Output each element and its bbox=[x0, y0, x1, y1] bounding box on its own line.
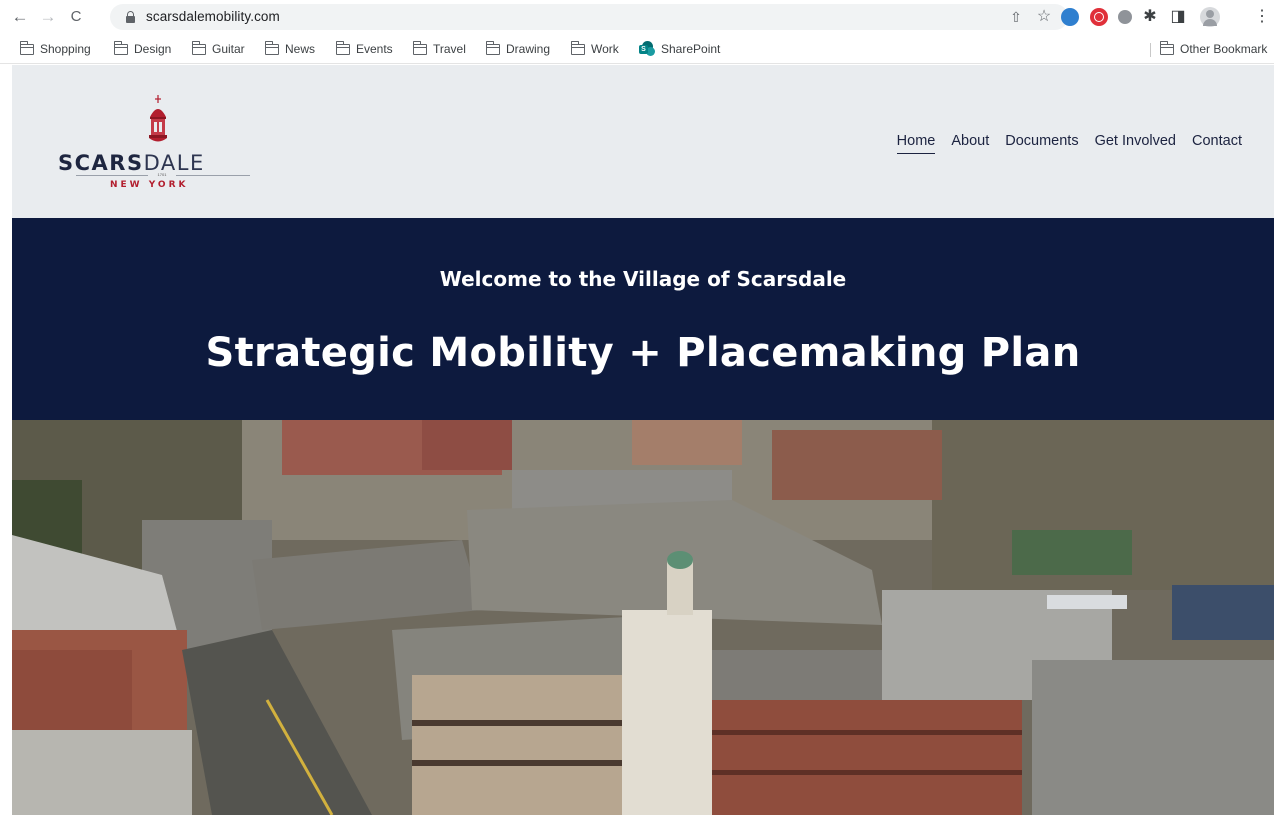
forward-button[interactable]: → bbox=[38, 7, 58, 27]
browser-toolbar: ← → C scarsdalemobility.com ⇧ ☆ ✱ ◨ ⋮ bbox=[0, 0, 1274, 34]
speech-extension-icon[interactable] bbox=[1118, 10, 1132, 24]
hero-banner: Welcome to the Village of Scarsdale Stra… bbox=[12, 218, 1274, 420]
hero-subtitle: Welcome to the Village of Scarsdale bbox=[439, 267, 847, 291]
url-text[interactable]: scarsdalemobility.com bbox=[146, 9, 280, 24]
browser-menu-icon[interactable]: ⋮ bbox=[1254, 9, 1270, 25]
folder-icon bbox=[485, 40, 500, 55]
bookmark-folder-news[interactable]: News bbox=[264, 40, 315, 58]
folder-icon bbox=[335, 40, 350, 55]
adblock-extension-icon[interactable] bbox=[1090, 8, 1108, 26]
nav-documents[interactable]: Documents bbox=[1005, 133, 1078, 154]
sharepoint-icon: S bbox=[639, 41, 655, 57]
site-header: SCARSDALE 1701 NEW YORK Home About Docum… bbox=[12, 65, 1274, 218]
bookmark-folder-travel[interactable]: Travel bbox=[412, 40, 466, 58]
extensions-puzzle-icon[interactable]: ✱ bbox=[1142, 9, 1158, 25]
hero-title: Strategic Mobility + Placemaking Plan bbox=[205, 330, 1081, 376]
bookmark-folder-guitar[interactable]: Guitar bbox=[191, 40, 245, 58]
logo-wordmark: SCARSDALE bbox=[58, 151, 205, 175]
bookmark-sharepoint[interactable]: S SharePoint bbox=[639, 40, 720, 58]
nav-home[interactable]: Home bbox=[896, 133, 936, 154]
bookmark-folder-shopping[interactable]: Shopping bbox=[19, 40, 91, 58]
folder-icon bbox=[19, 40, 34, 55]
nav-contact[interactable]: Contact bbox=[1192, 133, 1242, 154]
scarsdale-logo[interactable]: SCARSDALE 1701 NEW YORK bbox=[58, 95, 258, 195]
back-button[interactable]: ← bbox=[10, 7, 30, 27]
bookmarks-bar: Shopping Design Guitar News Events Trave… bbox=[0, 34, 1274, 64]
bookmark-folder-drawing[interactable]: Drawing bbox=[485, 40, 550, 58]
bookmark-folder-other[interactable]: Other Bookmark bbox=[1159, 40, 1267, 58]
bookmark-star-icon[interactable]: ☆ bbox=[1036, 9, 1052, 25]
web-page: SCARSDALE 1701 NEW YORK Home About Docum… bbox=[12, 65, 1274, 815]
bell-tower-icon bbox=[149, 95, 167, 142]
bookmark-folder-design[interactable]: Design bbox=[113, 40, 171, 58]
globe-extension-icon[interactable] bbox=[1061, 8, 1079, 26]
folder-icon bbox=[191, 40, 206, 55]
folder-icon bbox=[1159, 40, 1174, 55]
address-bar[interactable]: scarsdalemobility.com ⇧ ☆ bbox=[110, 4, 1068, 30]
nav-get-involved[interactable]: Get Involved bbox=[1095, 133, 1176, 154]
nav-about[interactable]: About bbox=[951, 133, 989, 154]
bookmark-folder-work[interactable]: Work bbox=[570, 40, 619, 58]
reload-button[interactable]: C bbox=[66, 7, 86, 27]
logo-subtitle: NEW YORK bbox=[110, 180, 189, 190]
folder-icon bbox=[570, 40, 585, 55]
side-panel-icon[interactable]: ◨ bbox=[1170, 9, 1186, 25]
main-nav: Home About Documents Get Involved Contac… bbox=[881, 133, 1242, 154]
lock-icon[interactable] bbox=[126, 11, 135, 23]
aerial-photo-illustration bbox=[12, 420, 1274, 815]
bookmark-folder-events[interactable]: Events bbox=[335, 40, 393, 58]
bookmarks-divider bbox=[1150, 43, 1151, 57]
aerial-village-photo bbox=[12, 420, 1274, 815]
profile-avatar-icon[interactable] bbox=[1200, 7, 1220, 27]
share-icon[interactable]: ⇧ bbox=[1008, 9, 1024, 25]
logo-established: 1701 bbox=[148, 172, 176, 177]
folder-icon bbox=[113, 40, 128, 55]
folder-icon bbox=[264, 40, 279, 55]
folder-icon bbox=[412, 40, 427, 55]
